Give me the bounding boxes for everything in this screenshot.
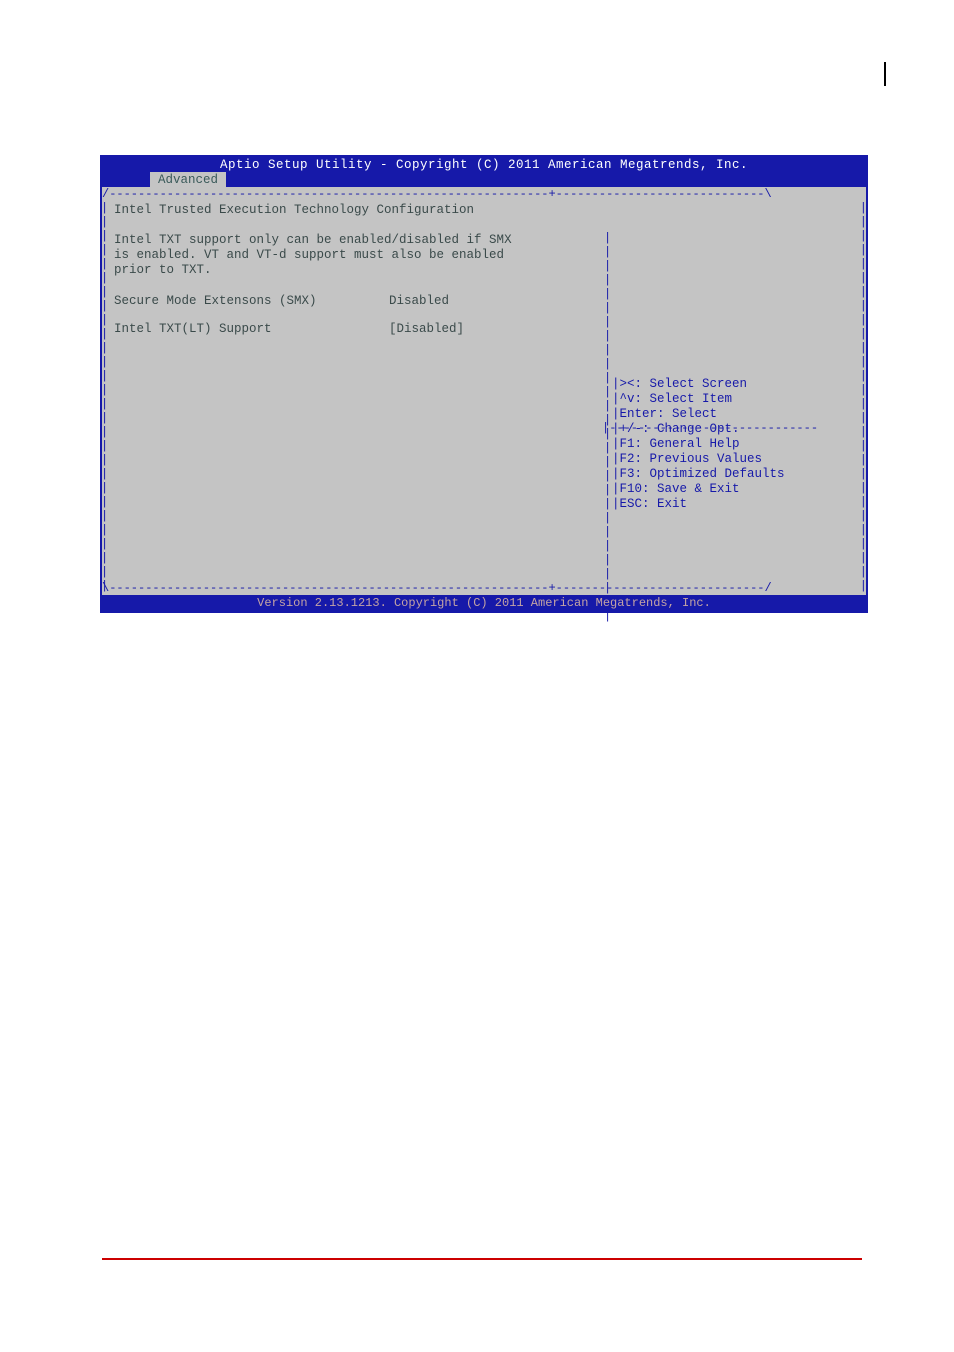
setting-row-txt[interactable]: Intel TXT(LT) Support [Disabled] <box>114 322 596 336</box>
header-title: Aptio Setup Utility - Copyright (C) 2011… <box>102 157 866 172</box>
tab-advanced[interactable]: Advanced <box>150 172 226 187</box>
text-cursor <box>884 62 886 86</box>
config-description: Intel TXT support only can be enabled/di… <box>114 233 596 278</box>
bios-screen: Aptio Setup Utility - Copyright (C) 2011… <box>100 155 868 613</box>
tab-container: Advanced <box>150 172 866 187</box>
page-footer-line <box>102 1258 862 1260</box>
help-lines: |><: Select Screen |^v: Select Item |Ent… <box>612 377 858 512</box>
right-panel: |><: Select Screen |^v: Select Item |Ent… <box>604 187 866 593</box>
setting-label-smx: Secure Mode Extensons (SMX) <box>114 294 389 308</box>
setting-value-txt[interactable]: [Disabled] <box>389 322 464 336</box>
footer-bar: Version 2.13.1213. Copyright (C) 2011 Am… <box>102 595 866 611</box>
border-bottom: \---------------------------------------… <box>102 581 866 595</box>
content-area: Intel Trusted Execution Technology Confi… <box>102 187 866 593</box>
header-bar: Aptio Setup Utility - Copyright (C) 2011… <box>102 157 866 187</box>
setting-row-smx: Secure Mode Extensons (SMX) Disabled <box>114 294 596 308</box>
setting-value-smx: Disabled <box>389 294 449 308</box>
config-title: Intel Trusted Execution Technology Confi… <box>114 203 596 217</box>
left-panel: Intel Trusted Execution Technology Confi… <box>102 187 604 593</box>
setting-label-txt: Intel TXT(LT) Support <box>114 322 389 336</box>
